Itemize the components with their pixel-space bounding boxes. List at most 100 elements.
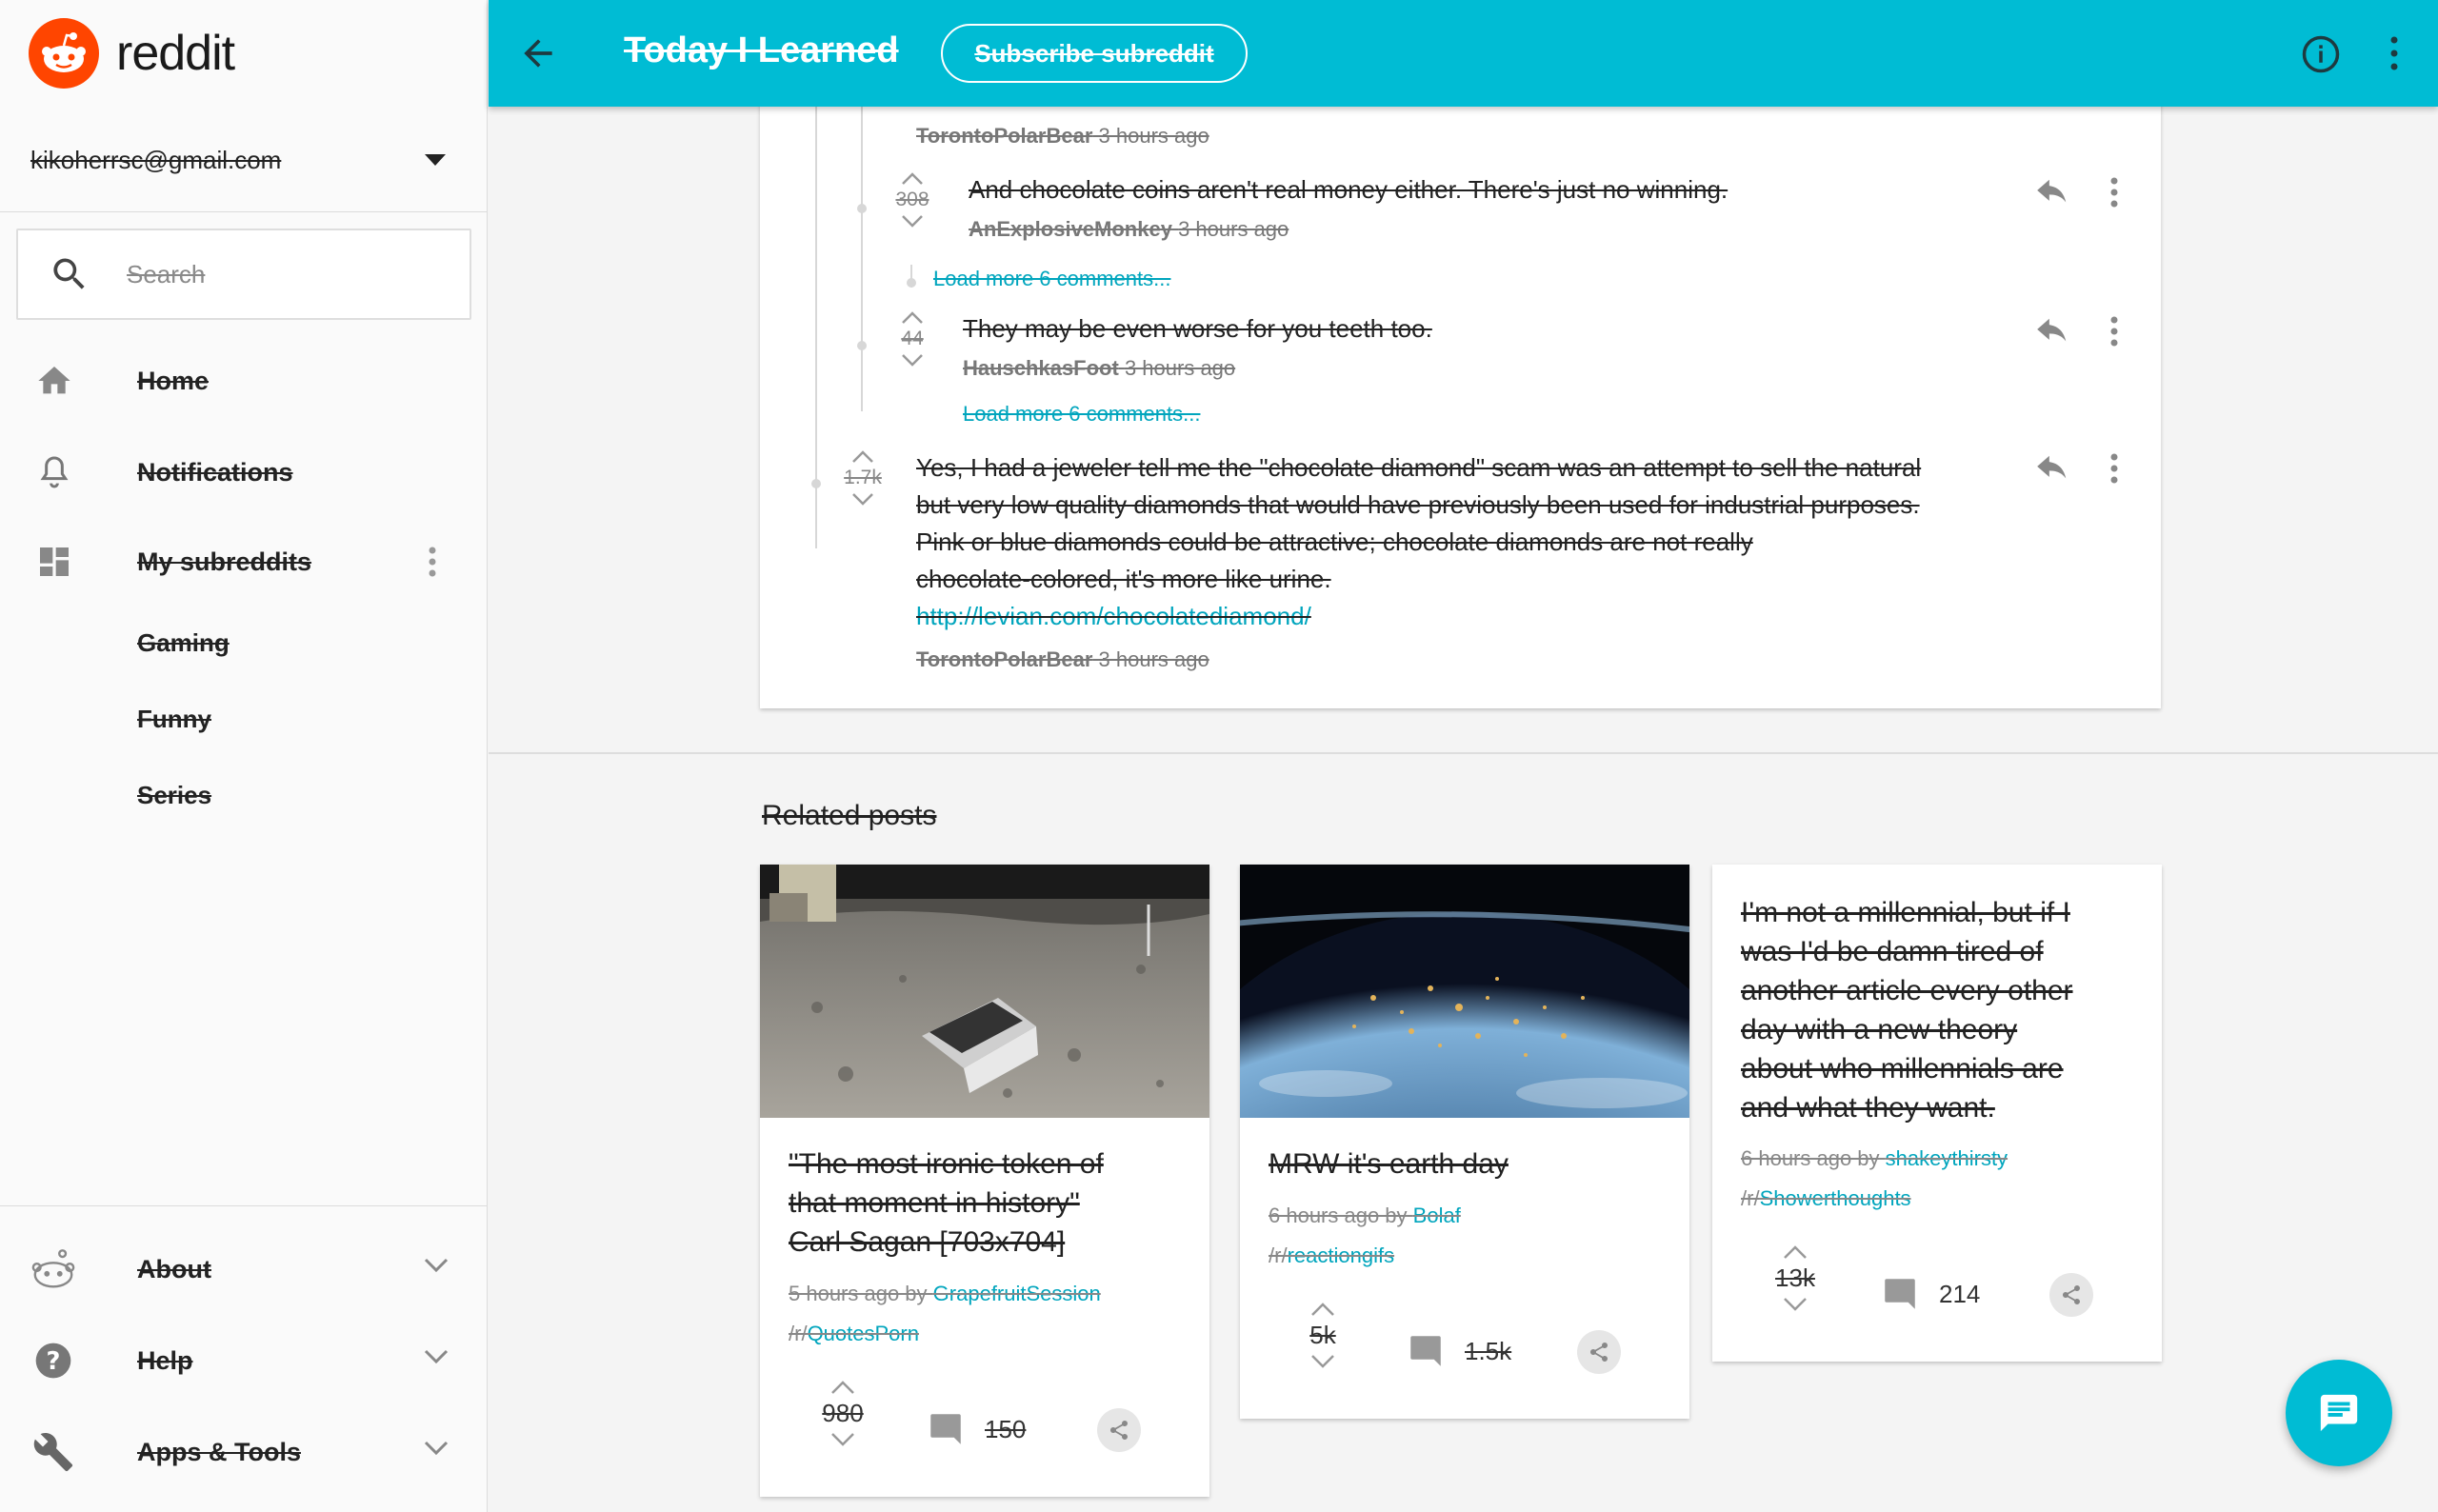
chevron-down-icon (424, 1441, 449, 1456)
post-author[interactable]: shakeythirsty (1886, 1146, 2008, 1170)
post-title-line: and what they want. (1741, 1092, 1995, 1124)
nav-home[interactable]: Home (0, 350, 488, 411)
search-box[interactable] (16, 229, 471, 320)
chat-fab-button[interactable] (2286, 1360, 2392, 1466)
downvote-icon[interactable] (900, 213, 925, 229)
reddit-alien-icon (27, 1243, 80, 1296)
comment-meta: HauschkasFoot 3 hours ago (963, 356, 1235, 381)
downvote-icon[interactable] (829, 1431, 856, 1448)
vote-control: 980 (809, 1379, 876, 1448)
reply-icon[interactable] (2034, 455, 2070, 484)
nav-my-subreddits[interactable]: My subreddits (0, 531, 488, 592)
post-author[interactable]: GrapefruitSession (933, 1282, 1101, 1305)
post-title-line: MRW it's earth day (1269, 1148, 1509, 1180)
account-selector[interactable]: kikoherrsc@gmail.com (30, 141, 457, 179)
thread-dot (857, 204, 867, 213)
downvote-icon[interactable] (850, 491, 875, 507)
post-title-line: "The most ironic token of (789, 1148, 1104, 1180)
post-thumbnail[interactable] (1240, 865, 1689, 1118)
more-vert-icon[interactable] (2108, 314, 2120, 348)
post-title[interactable]: I'm not a millennial, but if I was I'd b… (1741, 893, 2141, 1127)
post-title-line: I'm not a millennial, but if I (1741, 897, 2070, 928)
chevron-down-icon (424, 1258, 449, 1273)
upvote-icon[interactable] (900, 310, 925, 326)
vote-control: 44 (884, 310, 941, 368)
nav-help[interactable]: ? Help (0, 1327, 488, 1394)
comment-author[interactable]: HauschkasFoot (963, 356, 1119, 380)
share-button[interactable] (1577, 1330, 1621, 1374)
info-icon[interactable] (2301, 34, 2341, 74)
upvote-icon[interactable] (829, 1379, 856, 1396)
vote-control: 13k (1762, 1243, 1828, 1313)
related-post-card[interactable]: "The most ironic token of that moment in… (760, 865, 1209, 1497)
post-title-line: Carl Sagan [703x704] (789, 1226, 1066, 1258)
post-score: 13k (1775, 1263, 1815, 1292)
comment-time: 3 hours ago (1178, 217, 1289, 241)
comment-author[interactable]: TorontoPolarBear (916, 647, 1092, 671)
upvote-icon[interactable] (1309, 1301, 1336, 1318)
more-vert-icon[interactable] (2108, 451, 2120, 486)
share-button[interactable] (2049, 1273, 2093, 1317)
back-arrow-icon[interactable] (517, 32, 559, 74)
more-vert-icon[interactable] (2108, 175, 2120, 209)
downvote-icon[interactable] (1782, 1296, 1809, 1313)
sidebar: reddit kikoherrsc@gmail.com Home Notific… (0, 0, 488, 1512)
comment-text-line: but very low quality diamonds that would… (916, 490, 1920, 519)
nav-apps-tools[interactable]: Apps & Tools (0, 1419, 488, 1485)
post-title-line: that moment in history" (789, 1187, 1080, 1219)
subreddit-prefix: /r/ (789, 1322, 808, 1345)
comments-count[interactable]: 214 (1880, 1274, 1980, 1314)
comment-author[interactable]: TorontoPolarBear (916, 124, 1092, 148)
thread-dot (857, 341, 867, 350)
subscribe-button[interactable]: Subscribe subreddit (941, 24, 1248, 83)
comment-link[interactable]: http://levian.com/chocolatediamond/ (916, 598, 2011, 635)
comments-count[interactable]: 1.5k (1406, 1331, 1511, 1371)
search-input[interactable] (127, 259, 441, 289)
upvote-icon[interactable] (850, 449, 875, 465)
nav-about[interactable]: About (0, 1236, 488, 1303)
subreddit-item-gaming[interactable]: Gaming (137, 628, 230, 658)
load-more-comments-link[interactable]: Load more 6 comments... (963, 402, 1200, 427)
upvote-icon[interactable] (1782, 1243, 1809, 1261)
subreddit-item-series[interactable]: Series (137, 781, 211, 810)
downvote-icon[interactable] (900, 352, 925, 368)
comment-time: 3 hours ago (1124, 356, 1236, 380)
subreddit-item-funny[interactable]: Funny (137, 705, 211, 734)
home-icon (30, 357, 78, 405)
post-title[interactable]: "The most ironic token of that moment in… (789, 1144, 1189, 1262)
dropdown-caret-icon (425, 154, 446, 166)
post-score: 5k (1309, 1321, 1336, 1349)
post-subreddit[interactable]: QuotesPorn (808, 1322, 919, 1345)
post-subreddit[interactable]: reactiongifs (1288, 1243, 1395, 1267)
post-time: 5 hours ago by (789, 1282, 928, 1305)
dashboard-icon (30, 538, 78, 586)
more-vert-icon[interactable] (2388, 34, 2400, 72)
post-title[interactable]: MRW it's earth day (1269, 1144, 1669, 1184)
reddit-logo[interactable]: reddit (29, 18, 235, 89)
comment-text: They may be even worse for you teeth too… (963, 314, 1432, 343)
comment-text-line: chocolate-colored, it's more like urine. (916, 565, 1331, 593)
post-author[interactable]: Bolaf (1413, 1204, 1461, 1227)
comment-time: 3 hours ago (1098, 124, 1209, 148)
load-more-comments-link[interactable]: Load more 6 comments... (933, 267, 1170, 291)
comment-count: 1.5k (1465, 1336, 1512, 1365)
reply-icon[interactable] (2034, 179, 2070, 208)
comment-author[interactable]: AnExplosiveMonkey (969, 217, 1172, 241)
post-time: 6 hours ago by (1269, 1204, 1408, 1227)
chevron-down-icon (424, 1349, 449, 1364)
post-subreddit[interactable]: Showerthoughts (1760, 1186, 1911, 1210)
subreddit-prefix: /r/ (1741, 1186, 1760, 1210)
related-post-card[interactable]: MRW it's earth day 6 hours ago by Bolaf … (1240, 865, 1689, 1419)
post-thumbnail[interactable] (760, 865, 1209, 1118)
comments-count[interactable]: 150 (926, 1409, 1026, 1449)
reply-icon[interactable] (2034, 318, 2070, 347)
upvote-icon[interactable] (900, 171, 925, 187)
post-title-line: another article every other (1741, 975, 2073, 1006)
share-icon (2062, 1285, 2080, 1304)
vote-control: 308 (884, 171, 941, 229)
nav-notifications[interactable]: Notifications (0, 442, 488, 503)
more-vert-icon[interactable] (427, 545, 438, 586)
share-button[interactable] (1097, 1408, 1141, 1452)
related-post-card[interactable]: I'm not a millennial, but if I was I'd b… (1712, 865, 2162, 1362)
downvote-icon[interactable] (1309, 1353, 1336, 1370)
